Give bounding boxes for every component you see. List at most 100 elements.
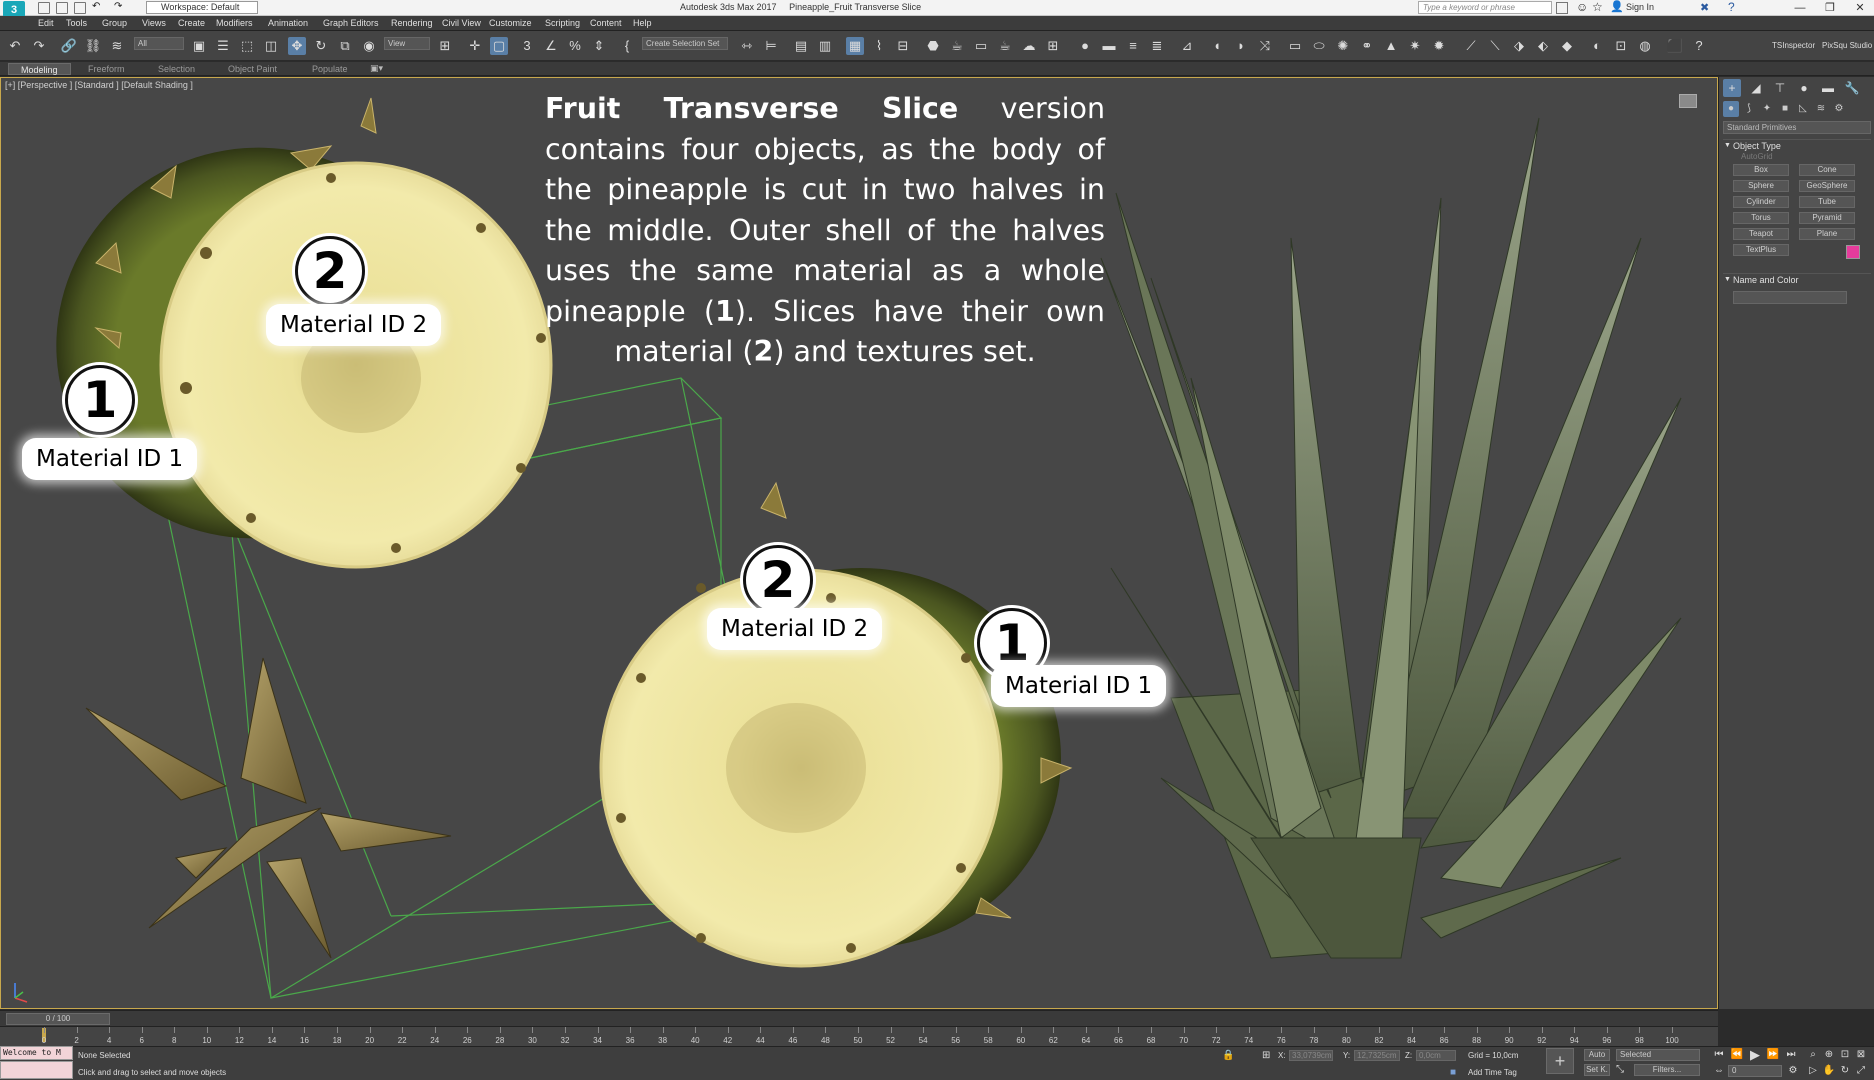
- menu-group[interactable]: Group: [102, 18, 127, 28]
- go-to-start-icon[interactable]: ⏮: [1712, 1048, 1726, 1062]
- autogrid-checkbox[interactable]: AutoGrid: [1741, 152, 1773, 161]
- ribbon-options-icon[interactable]: ▣▾: [370, 63, 383, 74]
- plugin-tool-10-icon[interactable]: ⬭: [1310, 37, 1328, 55]
- plugin-tool-14-icon[interactable]: ✷: [1406, 37, 1424, 55]
- tab-freeform[interactable]: Freeform: [76, 63, 137, 75]
- reference-coordinate-dropdown[interactable]: View: [384, 37, 430, 50]
- create-tab-icon[interactable]: +: [1723, 79, 1741, 97]
- plugin-tool-3-icon[interactable]: ≡: [1124, 37, 1142, 55]
- window-crossing-icon[interactable]: ◫: [262, 37, 280, 55]
- workspace-dropdown[interactable]: Workspace: Default: [146, 1, 258, 14]
- toggle-layer-explorer-icon[interactable]: ▥: [816, 37, 834, 55]
- textplus-button[interactable]: TextPlus: [1733, 244, 1789, 256]
- x-coordinate-field[interactable]: 33,0739cm: [1289, 1050, 1333, 1061]
- menu-views[interactable]: Views: [142, 18, 166, 28]
- user-icon[interactable]: 👤: [1610, 0, 1624, 13]
- toggle-ribbon-icon[interactable]: ▦: [846, 37, 864, 55]
- plugin-tool-25-icon[interactable]: ?: [1690, 37, 1708, 55]
- tsinspector-button[interactable]: TSInspector: [1772, 41, 1815, 50]
- time-configuration-icon[interactable]: ⚙: [1786, 1064, 1800, 1078]
- plugin-tool-21-icon[interactable]: ◐: [1588, 37, 1606, 55]
- modify-tab-icon[interactable]: ◢: [1747, 79, 1765, 97]
- pixsqu-studio-button[interactable]: PixSqu Studio: [1822, 41, 1872, 50]
- cylinder-button[interactable]: Cylinder: [1733, 196, 1789, 208]
- redo-icon[interactable]: ↷: [30, 37, 48, 55]
- object-type-rollout[interactable]: ▼ Object Type: [1723, 139, 1871, 151]
- help-icon[interactable]: ?: [1728, 0, 1735, 14]
- shapes-icon[interactable]: ⟆: [1741, 101, 1757, 117]
- spinner-snap-icon[interactable]: ⇕: [590, 37, 608, 55]
- lock-selection-icon[interactable]: 🔒: [1222, 1050, 1234, 1061]
- person-icon[interactable]: ☺: [1576, 0, 1588, 14]
- menu-scripting[interactable]: Scripting: [545, 18, 580, 28]
- pineapple-crown[interactable]: [1100, 117, 1682, 959]
- restore-button[interactable]: ❐: [1816, 0, 1844, 16]
- geometry-icon[interactable]: ●: [1723, 101, 1739, 117]
- menu-civil-view[interactable]: Civil View: [442, 18, 481, 28]
- mirror-icon[interactable]: ⇿: [738, 37, 756, 55]
- pivot-center-icon[interactable]: ⊞: [436, 37, 454, 55]
- geometry-type-dropdown[interactable]: Standard Primitives: [1723, 121, 1871, 134]
- plugin-tool-20-icon[interactable]: ◆: [1558, 37, 1576, 55]
- box-button[interactable]: Box: [1733, 164, 1789, 176]
- torus-button[interactable]: Torus: [1733, 212, 1789, 224]
- tab-modeling[interactable]: Modeling: [8, 63, 71, 75]
- next-frame-icon[interactable]: ⏩: [1766, 1048, 1780, 1062]
- object-color-swatch[interactable]: [1846, 245, 1860, 259]
- exchange-icon[interactable]: ✖: [1700, 1, 1709, 14]
- open-file-icon[interactable]: [56, 2, 68, 14]
- select-and-scale-icon[interactable]: ⧉: [336, 37, 354, 55]
- select-and-rotate-icon[interactable]: ↻: [312, 37, 330, 55]
- material-editor-icon[interactable]: ⬣: [924, 37, 942, 55]
- cone-button[interactable]: Cone: [1799, 164, 1855, 176]
- time-slider[interactable]: 0 / 100: [0, 1010, 1718, 1026]
- tube-button[interactable]: Tube: [1799, 196, 1855, 208]
- bind-space-warp-icon[interactable]: ≋: [108, 37, 126, 55]
- plugin-tool-15-icon[interactable]: ✹: [1430, 37, 1448, 55]
- lights-icon[interactable]: ✦: [1759, 101, 1775, 117]
- plugin-tool-13-icon[interactable]: ▲: [1382, 37, 1400, 55]
- teapot-button[interactable]: Teapot: [1733, 228, 1789, 240]
- z-coordinate-field[interactable]: 0,0cm: [1416, 1050, 1456, 1061]
- space-warps-icon[interactable]: ≋: [1813, 101, 1829, 117]
- render-production-icon[interactable]: ☕: [996, 37, 1014, 55]
- menu-create[interactable]: Create: [178, 18, 205, 28]
- angle-snap-icon[interactable]: ∠: [542, 37, 560, 55]
- geosphere-button[interactable]: GeoSphere: [1799, 180, 1855, 192]
- auto-key-button[interactable]: Auto: [1584, 1049, 1610, 1061]
- close-button[interactable]: ✕: [1846, 0, 1874, 16]
- render-setup-icon[interactable]: ☕: [948, 37, 966, 55]
- key-filter-dropdown[interactable]: Selected: [1616, 1049, 1700, 1061]
- zoom-all-icon[interactable]: ⊕: [1822, 1048, 1836, 1062]
- select-manipulate-icon[interactable]: ✛: [466, 37, 484, 55]
- time-slider-thumb[interactable]: 0 / 100: [6, 1013, 110, 1025]
- named-selection-set-dropdown[interactable]: Create Selection Set: [642, 37, 728, 50]
- helpers-icon[interactable]: ◺: [1795, 101, 1811, 117]
- select-by-name-icon[interactable]: ☰: [214, 37, 232, 55]
- new-file-icon[interactable]: [38, 2, 50, 14]
- maxscript-output[interactable]: [0, 1061, 73, 1079]
- viewcube-icon[interactable]: [1679, 94, 1697, 108]
- rendered-frame-window-icon[interactable]: ▭: [972, 37, 990, 55]
- a360-gallery-icon[interactable]: ⊞: [1044, 37, 1062, 55]
- perspective-viewport[interactable]: [+] [Perspective ] [Standard ] [Default …: [0, 77, 1718, 1009]
- menu-customize[interactable]: Customize: [489, 18, 532, 28]
- selection-filter-dropdown[interactable]: All: [134, 37, 184, 50]
- render-in-cloud-icon[interactable]: ☁: [1020, 37, 1038, 55]
- play-icon[interactable]: ▶: [1748, 1048, 1762, 1062]
- zoom-icon[interactable]: ⌕: [1806, 1048, 1820, 1062]
- plugin-tool-9-icon[interactable]: ▭: [1286, 37, 1304, 55]
- schematic-view-icon[interactable]: ⊟: [894, 37, 912, 55]
- plugin-tool-1-icon[interactable]: ●: [1076, 37, 1094, 55]
- maxscript-listener[interactable]: Welcome to M: [0, 1046, 73, 1060]
- pan-view-icon[interactable]: ✋: [1822, 1064, 1836, 1078]
- menu-rendering[interactable]: Rendering: [391, 18, 433, 28]
- save-file-icon[interactable]: [74, 2, 86, 14]
- cameras-icon[interactable]: ■: [1777, 101, 1793, 117]
- menu-animation[interactable]: Animation: [268, 18, 308, 28]
- link-icon[interactable]: 🔗: [60, 37, 78, 55]
- current-frame-field[interactable]: 0: [1728, 1065, 1782, 1077]
- plugin-tool-24-icon[interactable]: ⬛: [1666, 37, 1684, 55]
- set-key-button[interactable]: Set K.: [1584, 1064, 1610, 1076]
- tab-object-paint[interactable]: Object Paint: [216, 63, 289, 75]
